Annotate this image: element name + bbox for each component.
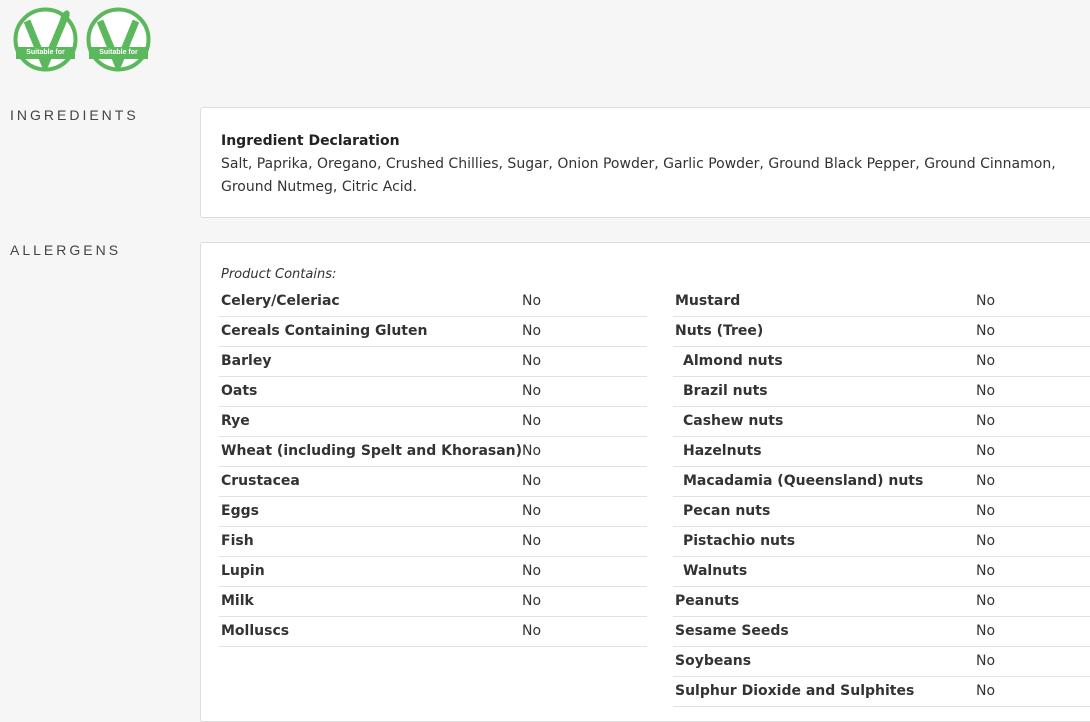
allergen-name: Eggs [221,503,259,519]
ingredient-declaration-title: Ingredient Declaration [221,133,400,149]
allergen-name: Walnuts [683,563,748,579]
allergen-row: Rye No [219,408,647,437]
allergen-value: No [976,653,996,669]
allergen-name: Crustacea [221,473,300,489]
allergen-name: Oats [221,383,258,399]
ingredients-panel: Ingredient Declaration Salt, Paprika, Or… [200,107,1090,218]
allergen-name: Pistachio nuts [683,533,796,549]
allergens-section-label: ALLERGENS [10,242,122,258]
allergen-value: No [522,383,542,399]
allergen-value: No [522,413,542,429]
allergen-value: No [976,503,996,519]
allergen-value: No [976,623,996,639]
allergen-name: Mustard [675,293,741,309]
allergen-row: Fish No [219,528,647,557]
allergen-row: Lupin No [219,558,647,587]
allergen-row: Pecan nuts No [673,498,1090,527]
allergen-name: Macadamia (Queensland) nuts [683,473,924,489]
allergen-value: No [522,533,542,549]
badge-text: Suitable for [26,49,65,56]
vegan-v-icon [86,7,151,72]
allergen-value: No [976,533,996,549]
ingredients-section-label: INGREDIENTS [10,107,139,123]
allergen-value: No [976,593,996,609]
allergen-value: No [522,593,542,609]
allergen-name: Peanuts [675,593,740,609]
badge-text: Suitable for [99,49,138,56]
allergen-value: No [976,323,996,339]
allergen-value: No [522,323,542,339]
allergen-name: Lupin [221,563,265,579]
allergens-left-column: Celery/Celeriac No Cereals Containing Glut… [219,288,647,647]
vegan-badge: Suitable for [86,7,151,72]
allergen-row: Peanuts No [673,588,1090,617]
allergen-row: Oats No [219,378,647,407]
allergen-name: Milk [221,593,254,609]
allergen-row: Eggs No [219,498,647,527]
allergen-name: Hazelnuts [683,443,762,459]
allergen-row: Wheat (including Spelt and Khorasan) No [219,438,647,467]
allergen-name: Celery/Celeriac [221,293,340,309]
allergen-row: Cashew nuts No [673,408,1090,437]
vegetarian-v-icon [13,7,78,72]
allergen-name: Sulphur Dioxide and Sulphites [675,683,915,699]
allergen-value: No [976,353,996,369]
allergen-row: Cereals Containing Gluten No [219,318,647,347]
allergen-name: Wheat (including Spelt and Khorasan) [221,443,523,459]
allergen-value: No [522,503,542,519]
allergen-name: Sesame Seeds [675,623,789,639]
allergen-value: No [522,623,542,639]
allergen-value: No [976,443,996,459]
allergen-row: Milk No [219,588,647,617]
allergen-name: Soybeans [675,653,752,669]
allergen-name: Cereals Containing Gluten [221,323,428,339]
allergen-row: Walnuts No [673,558,1090,587]
allergen-value: No [976,683,996,699]
allergen-row: Celery/Celeriac No [219,288,647,317]
allergen-name: Pecan nuts [683,503,771,519]
allergen-row: Mustard No [673,288,1090,317]
allergen-row: Sesame Seeds No [673,618,1090,647]
allergen-value: No [976,293,996,309]
allergen-row: Brazil nuts No [673,378,1090,407]
allergen-value: No [522,563,542,579]
allergen-name: Molluscs [221,623,290,639]
allergen-value: No [976,413,996,429]
allergen-value: No [976,383,996,399]
allergen-row: Hazelnuts No [673,438,1090,467]
allergen-name: Brazil nuts [683,383,768,399]
allergen-row: Pistachio nuts No [673,528,1090,557]
allergen-row: Almond nuts No [673,348,1090,377]
allergen-row: Soybeans No [673,648,1090,677]
allergen-name: Barley [221,353,272,369]
allergens-right-column: Mustard No Nuts (Tree) No Almond nuts No Brazi… [673,288,1090,707]
allergen-name: Almond nuts [683,353,783,369]
allergen-value: No [522,473,542,489]
allergen-row: Molluscs No [219,618,647,647]
allergen-row: Macadamia (Queensland) nuts No [673,468,1090,497]
ingredient-declaration-text: Salt, Paprika, Oregano, Crushed Chillies… [221,156,1056,195]
allergen-name: Nuts (Tree) [675,323,764,339]
allergen-value: No [522,293,542,309]
allergen-row: Sulphur Dioxide and Sulphites No [673,678,1090,707]
vegetarian-badge: Suitable for [13,7,78,72]
allergen-row: Barley No [219,348,647,377]
allergen-name: Rye [221,413,250,429]
allergen-value: No [522,353,542,369]
allergen-name: Cashew nuts [683,413,784,429]
allergen-value: No [976,473,996,489]
allergen-name: Fish [221,533,254,549]
allergens-panel: Product Contains: Celery/Celeriac No Cerea… [200,242,1090,722]
product-contains-label: Product Contains: [221,267,337,282]
allergen-row: Crustacea No [219,468,647,497]
allergen-value: No [522,443,542,459]
allergen-row: Nuts (Tree) No [673,318,1090,347]
suitability-badges: Suitable for Suitable for [13,7,151,72]
allergen-value: No [976,563,996,579]
